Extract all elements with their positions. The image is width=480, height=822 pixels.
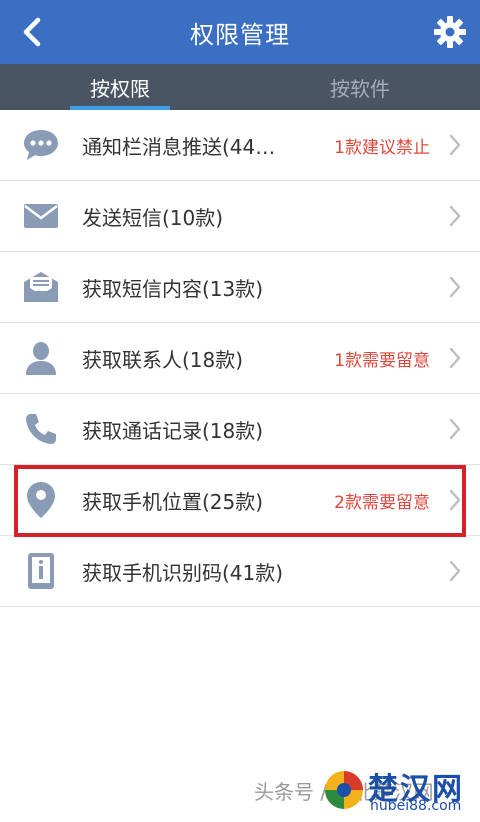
device-info-icon [22, 552, 60, 590]
permission-list: 通知栏消息推送(44… 1款建议禁止 发送短信(10款) 获取短信内容(13款)… [0, 110, 480, 607]
permission-item-read-sms[interactable]: 获取短信内容(13款) [0, 252, 480, 323]
permission-warning: 1款建议禁止 [334, 137, 430, 158]
back-button[interactable] [12, 12, 52, 52]
permission-item-send-sms[interactable]: 发送短信(10款) [0, 181, 480, 252]
chevron-right-icon [448, 133, 462, 157]
chevron-right-icon [448, 488, 462, 512]
location-pin-icon [22, 481, 60, 519]
permission-label: 获取短信内容(13款) [82, 276, 264, 301]
permission-label: 获取通话记录(18款) [82, 418, 264, 443]
permission-label: 获取手机位置(25款) [82, 489, 264, 514]
chevron-right-icon [448, 204, 462, 228]
permission-item-location[interactable]: 获取手机位置(25款) 2款需要留意 [0, 465, 480, 536]
chevron-right-icon [448, 559, 462, 583]
permission-warning: 2款需要留意 [334, 492, 430, 513]
person-icon [22, 339, 60, 377]
tab-by-app[interactable]: 按软件 [240, 64, 480, 110]
tab-label: 按权限 [90, 76, 150, 101]
chevron-right-icon [448, 346, 462, 370]
permission-label: 获取联系人(18款) [82, 347, 244, 372]
permission-warning: 1款需要留意 [334, 350, 430, 371]
permission-item-device-id[interactable]: 获取手机识别码(41款) [0, 536, 480, 607]
tab-bar: 按权限 按软件 [0, 64, 480, 110]
watermark-url: hubei88.com [370, 798, 462, 814]
permission-label: 发送短信(10款) [82, 205, 224, 230]
tab-by-permission[interactable]: 按权限 [0, 64, 240, 110]
permission-label: 获取手机识别码(41款) [82, 560, 284, 585]
chevron-right-icon [448, 275, 462, 299]
watermark-logo-icon [325, 771, 363, 809]
chat-bubble-icon [22, 126, 60, 164]
chevron-left-icon [23, 17, 41, 47]
envelope-icon [22, 197, 60, 235]
open-envelope-icon [22, 268, 60, 306]
permission-label: 通知栏消息推送(44… [82, 134, 276, 159]
phone-icon [22, 410, 60, 448]
chevron-right-icon [448, 417, 462, 441]
app-header: 权限管理 [0, 0, 480, 64]
permission-item-notification-push[interactable]: 通知栏消息推送(44… 1款建议禁止 [0, 110, 480, 181]
permission-item-call-log[interactable]: 获取通话记录(18款) [0, 394, 480, 465]
settings-button[interactable] [430, 12, 470, 52]
gear-icon [434, 16, 466, 48]
tab-label: 按软件 [330, 76, 390, 101]
page-title: 权限管理 [190, 20, 290, 49]
permission-item-contacts[interactable]: 获取联系人(18款) 1款需要留意 [0, 323, 480, 394]
